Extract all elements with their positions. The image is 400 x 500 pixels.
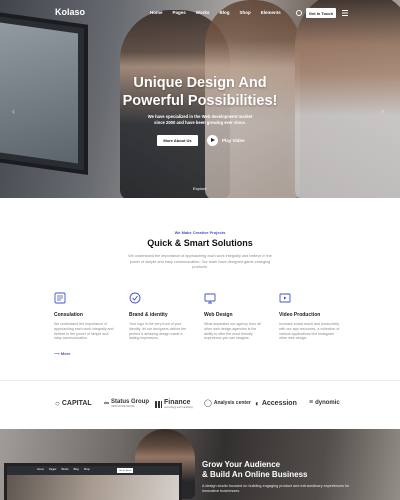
top-navigation: Kolaso Home Pages Works Blog Shop Elemen… [0, 6, 400, 22]
hero-title: Unique Design And Powerful Possibilities… [90, 74, 310, 110]
client-logo-capital[interactable]: ○ CAPITAL [55, 399, 92, 408]
client-logo-name: dynomic [315, 399, 340, 406]
feature-brand-identity: Brand & identity Your logo is the very f… [129, 292, 191, 340]
client-logo-finance[interactable]: Finance technology and marketing [155, 399, 193, 409]
play-icon[interactable] [207, 135, 218, 146]
client-logo-sub: technology and marketing [164, 406, 193, 409]
laptop-nav-item: Works [61, 468, 69, 471]
laptop-navbar: Home Pages Works Blog Shop Get In Touch [7, 466, 179, 475]
laptop-nav-item: Shop [83, 468, 90, 471]
banner-title-line1: Grow Your Audience [202, 460, 281, 469]
chevron-left-icon[interactable]: ‹ [12, 106, 15, 116]
nav-item-blog[interactable]: Blog [219, 10, 229, 15]
feature-title: Consulation [54, 312, 83, 318]
chevron-right-icon[interactable]: › [381, 106, 384, 116]
client-logo-text: Finance technology and marketing [164, 399, 193, 409]
section-description: We understand the importance of approach… [128, 254, 272, 270]
hero-subtitle: We have specialized in the Web developme… [147, 114, 253, 125]
feature-text: What separates our agency from all other… [204, 322, 261, 341]
laptop-nav-item: Blog [73, 468, 79, 471]
features-row: Consulation We understand the importance… [54, 292, 354, 362]
banner-title-line2: & Build An Online Business [202, 470, 308, 479]
finance-logo-icon [155, 400, 162, 408]
client-logo-dynomic[interactable]: ≡ dynomic [309, 399, 340, 406]
nav-item-works[interactable]: Works [196, 10, 210, 15]
client-logo-name: CAPITAL [61, 400, 92, 407]
feature-web-design: Web Design What separates our agency fro… [204, 292, 266, 340]
scroll-hint[interactable]: Explore [193, 186, 207, 191]
laptop-nav-menu: Home Pages Works Blog Shop [37, 468, 90, 471]
laptop-cta: Get In Touch [117, 468, 133, 473]
video-production-icon [279, 293, 291, 303]
feature-title: Brand & identity [129, 312, 168, 318]
web-design-icon [204, 293, 216, 304]
hero-title-line1: Unique Design And [133, 75, 267, 91]
feature-video-production: Video Production Increase social reach a… [279, 292, 341, 340]
banner-title: Grow Your Audience & Build An Online Bus… [202, 460, 308, 480]
feature-title: Video Production [279, 312, 321, 318]
cta-banner: Home Pages Works Blog Shop Get In Touch … [0, 429, 400, 500]
hero-title-line2: Powerful Possibilities! [122, 93, 278, 109]
nav-item-pages[interactable]: Pages [173, 10, 186, 15]
hero-section: Kolaso Home Pages Works Blog Shop Elemen… [0, 0, 400, 198]
more-about-us-button[interactable]: More About Us [157, 135, 198, 146]
nav-item-shop[interactable]: Shop [239, 10, 250, 15]
client-logos: ○ CAPITAL ∞ Status Group INNOVATIVE RETA… [0, 381, 400, 429]
feature-text: We understand the importance of approach… [54, 322, 114, 341]
banner-text: A design studio focused on building enga… [202, 484, 350, 494]
analysis-center-logo-icon: ◯ [204, 400, 212, 407]
menu-icon[interactable] [342, 10, 348, 16]
consultation-icon [54, 292, 66, 304]
client-logo-name: Finance [164, 399, 191, 406]
section-eyebrow: We Make Creative Projects [174, 230, 226, 235]
get-in-touch-button[interactable]: Get In Touch [306, 8, 336, 18]
client-logo-status-group[interactable]: ∞ Status Group INNOVATIVE RETAIL [104, 399, 149, 408]
client-logo-accession[interactable]: ◐ Accession [255, 399, 297, 408]
search-icon[interactable] [296, 10, 302, 16]
laptop-screen-image [7, 475, 179, 500]
laptop-mockup: Home Pages Works Blog Shop Get In Touch [4, 463, 182, 500]
accession-logo-icon: ◐ [255, 399, 260, 408]
play-video-link[interactable]: Play Video [222, 138, 245, 143]
nav-item-elements[interactable]: Elements [261, 10, 281, 15]
brand-identity-icon [129, 292, 141, 304]
dynomic-logo-icon: ≡ [309, 399, 314, 406]
site-logo[interactable]: Kolaso [55, 7, 85, 17]
feature-more-link[interactable]: ⟶ More [54, 351, 70, 356]
feature-text: Your logo is the very front of your iden… [129, 322, 187, 341]
feature-title: Web Design [204, 312, 233, 318]
nav-item-home[interactable]: Home [150, 10, 163, 15]
client-logo-name: Analysis center [213, 400, 251, 406]
laptop-nav-item: Home [37, 468, 44, 471]
feature-consultation: Consulation We understand the importance… [54, 292, 116, 356]
client-logo-analysis-center[interactable]: ◯ Analysis center [204, 399, 251, 407]
feature-text: Increase social reach and productivity w… [279, 322, 340, 341]
client-logo-sub: INNOVATIVE RETAIL [111, 405, 136, 408]
section-title: Quick & Smart Solutions [147, 238, 253, 248]
status-group-logo-icon: ∞ [104, 400, 109, 407]
capital-logo-icon: ○ [55, 399, 60, 408]
laptop-nav-item: Pages [48, 468, 57, 471]
client-logo-name: Accession [261, 400, 297, 407]
client-logo-text: Status Group INNOVATIVE RETAIL [111, 399, 149, 408]
nav-menu: Home Pages Works Blog Shop Elements [150, 10, 281, 15]
feature-more-label: More [60, 351, 71, 356]
